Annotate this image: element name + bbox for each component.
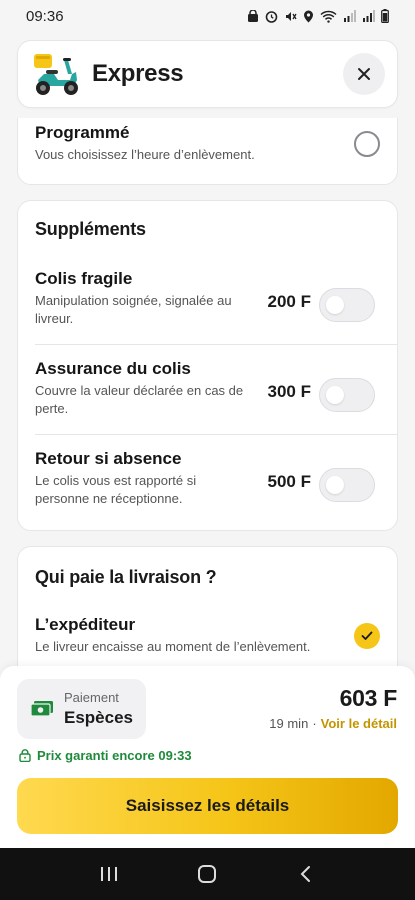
supplement-item-return: Retour si absence Le colis vous est rapp… xyxy=(35,449,387,539)
schedule-option-radio[interactable] xyxy=(354,131,380,157)
bottom-sheet: Paiement Espèces 603 F 19 min · Voir le … xyxy=(0,666,415,848)
schedule-option-description: Vous choisissez l’heure d’enlèvement. xyxy=(35,147,255,162)
payer-option-title: L’expéditeur xyxy=(35,615,136,634)
schedule-option-title: Programmé xyxy=(35,123,130,142)
price-guarantee: Prix garanti encore 09:33 xyxy=(19,748,192,763)
recent-apps-icon xyxy=(101,867,118,881)
payer-option-sender[interactable]: L’expéditeur Le livreur encaisse au mome… xyxy=(35,615,380,656)
payer-option-check[interactable] xyxy=(354,623,380,649)
duration: 19 min xyxy=(269,716,309,731)
page-title: Express xyxy=(92,60,184,87)
return-toggle[interactable] xyxy=(319,468,375,502)
supplement-price: 200 F xyxy=(267,292,311,311)
scroll-area[interactable]: Programmé Vous choisissez l’heure d’enlè… xyxy=(0,118,415,666)
supplement-item-fragile: Colis fragile Manipulation soignée, sign… xyxy=(35,269,387,359)
supplement-title: Assurance du colis xyxy=(35,359,191,378)
price-meta: 19 min · Voir le détail xyxy=(269,716,397,731)
supplement-price: 500 F xyxy=(267,472,311,491)
home-button[interactable] xyxy=(187,854,227,894)
payment-value: Espèces xyxy=(64,708,133,727)
view-detail-link[interactable]: Voir le détail xyxy=(321,716,397,731)
payer-card: Qui paie la livraison ? L’expéditeur Le … xyxy=(17,546,398,666)
supplement-title: Colis fragile xyxy=(35,269,133,288)
enter-details-button[interactable]: Saisissez les détails xyxy=(17,778,398,834)
supplement-item-insurance: Assurance du colis Couvre la valeur décl… xyxy=(35,359,387,449)
payment-label: Paiement xyxy=(64,690,119,705)
alarm-icon xyxy=(265,10,278,23)
status-time: 09:36 xyxy=(26,7,64,25)
header-card: Express xyxy=(17,40,398,108)
status-bar: 09:36 xyxy=(0,0,415,32)
back-icon xyxy=(300,866,310,882)
lock-icon xyxy=(19,749,31,762)
insurance-toggle[interactable] xyxy=(319,378,375,412)
location-icon xyxy=(304,10,313,22)
supplement-description: Le colis vous est rapporté si personne n… xyxy=(35,473,197,506)
supplement-description: Manipulation soignée, signalée au livreu… xyxy=(35,293,232,326)
supplements-title: Suppléments xyxy=(35,219,146,239)
home-icon xyxy=(198,865,217,883)
scooter-icon xyxy=(34,54,78,95)
schedule-option-card[interactable]: Programmé Vous choisissez l’heure d’enlè… xyxy=(17,118,398,185)
supplement-price: 300 F xyxy=(267,382,311,401)
payer-title: Qui paie la livraison ? xyxy=(35,567,217,587)
fragile-toggle[interactable] xyxy=(319,288,375,322)
divider xyxy=(35,344,397,345)
supplement-title: Retour si absence xyxy=(35,449,182,468)
close-icon xyxy=(358,68,370,80)
supplements-card: Suppléments Colis fragile Manipulation s… xyxy=(17,200,398,531)
payer-option-description: Le livreur encaisse au moment de l’enlèv… xyxy=(35,639,311,654)
mute-icon xyxy=(286,11,297,21)
recent-apps-button[interactable] xyxy=(89,854,129,894)
schedule-option: Programmé Vous choisissez l’heure d’enlè… xyxy=(35,123,380,164)
toggle-knob xyxy=(326,296,344,314)
battery-icon xyxy=(381,9,389,23)
separator: · xyxy=(312,716,317,731)
total-price: 603 F xyxy=(339,685,398,711)
divider xyxy=(35,434,397,435)
cash-icon xyxy=(30,701,53,717)
supplement-description: Couvre la valeur déclarée en cas de pert… xyxy=(35,383,244,416)
toggle-knob xyxy=(326,476,344,494)
toggle-knob xyxy=(326,386,344,404)
signal-1-icon xyxy=(344,10,356,22)
signal-2-icon xyxy=(363,10,375,22)
status-icons xyxy=(247,9,389,23)
price-guarantee-text: Prix garanti encore 09:33 xyxy=(37,748,192,763)
payment-method-button[interactable]: Paiement Espèces xyxy=(17,679,146,739)
close-button[interactable] xyxy=(343,53,385,95)
back-button[interactable] xyxy=(286,854,326,894)
system-nav-bar xyxy=(0,848,415,900)
wifi-icon xyxy=(320,10,337,23)
check-icon xyxy=(361,631,373,640)
lock-notification-icon xyxy=(248,10,258,22)
